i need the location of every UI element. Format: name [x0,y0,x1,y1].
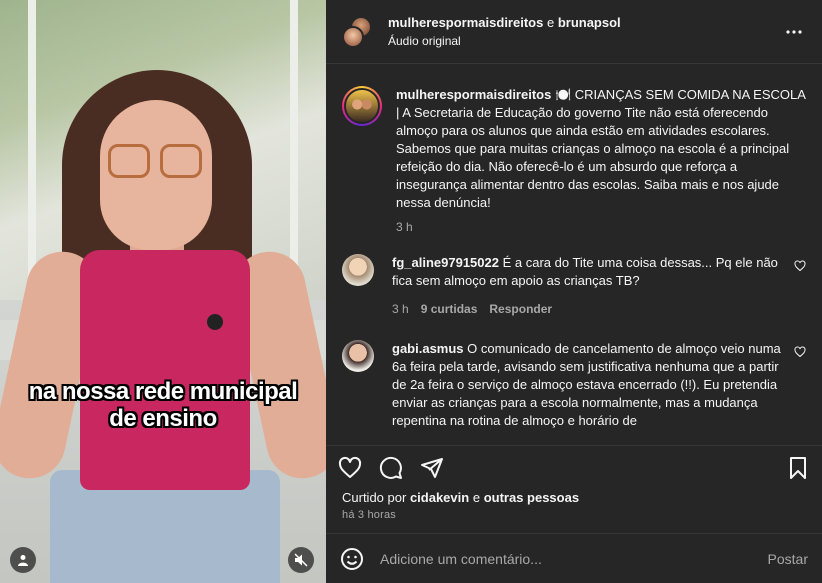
avatar [342,25,364,48]
post-header: mulherespormaisdireitos e brunapsol Áudi… [326,0,822,64]
comment-icon[interactable] [379,456,403,480]
post-caption-body: mulherespormaisdireitos 🍽️ CRIANÇAS SEM … [396,86,806,234]
author-avatar[interactable] [342,86,382,126]
collab-avatars[interactable] [342,15,374,48]
post-timestamp[interactable]: 3 h [396,220,806,234]
caption-line: na nossa rede municipal [28,378,298,405]
username-link[interactable]: mulherespormaisdireitos [388,15,543,30]
header-text: mulherespormaisdireitos e brunapsol Áudi… [388,14,782,50]
post-caption: mulherespormaisdireitos 🍽️ CRIANÇAS SEM … [342,86,806,234]
post-modal: na nossa rede municipal de ensino mulher… [0,0,822,583]
more-options-button[interactable] [782,20,806,44]
comments-scroll-area[interactable]: mulherespormaisdireitos 🍽️ CRIANÇAS SEM … [326,64,822,445]
video-caption: na nossa rede municipal de ensino [0,378,326,432]
video-player[interactable]: na nossa rede municipal de ensino [0,0,326,583]
heart-icon[interactable] [794,260,806,272]
username-link[interactable]: gabi.asmus [392,341,464,356]
username-link[interactable]: brunapsol [558,15,621,30]
emoji-icon[interactable] [340,547,364,571]
post-actions-bar [326,445,822,489]
reply-button[interactable]: Responder [489,300,552,318]
bookmark-icon[interactable] [786,456,810,480]
post-details-panel: mulherespormaisdireitos e brunapsol Áudi… [326,0,822,583]
heart-icon[interactable] [338,456,362,480]
username-link[interactable]: cidakevin [410,490,469,505]
more-horizontal-icon [786,29,802,34]
mute-toggle-button[interactable] [288,547,314,573]
audio-link[interactable]: Áudio original [388,32,782,50]
comment-item: fg_aline97915022 É a cara do Tite uma co… [342,254,806,318]
post-date[interactable]: há 3 horas [326,507,822,521]
username-link[interactable]: fg_aline97915022 [392,255,499,270]
and-text: e [472,490,481,505]
heart-icon[interactable] [794,346,806,358]
comment-item: gabi.asmus O comunicado de cancelamento … [342,340,806,430]
comment-input[interactable] [380,550,768,567]
comment-meta: 3 h 9 curtidas Responder [392,300,782,318]
muted-speaker-icon [294,553,308,567]
person-shirt [80,250,250,490]
and-text: e [546,14,555,30]
username-link[interactable]: mulherespormaisdireitos [396,87,551,102]
comment-body: fg_aline97915022 É a cara do Tite uma co… [392,254,782,318]
glasses [160,144,202,178]
caption-text: 🍽️ CRIANÇAS SEM COMIDA NA ESCOLA | A Sec… [396,87,806,210]
comment-body: gabi.asmus O comunicado de cancelamento … [392,340,782,430]
comment-likes[interactable]: 9 curtidas [421,300,478,318]
avatar-image [344,88,380,124]
caption-line: de ensino [109,405,217,432]
likes-summary: Curtido por cidakevin e outras pessoas [326,489,822,507]
comment-time[interactable]: 3 h [392,300,409,318]
comment-text-block: fg_aline97915022 É a cara do Tite uma co… [392,254,782,290]
microphone-pin [207,314,223,330]
avatar[interactable] [342,254,374,286]
post-comment-button[interactable]: Postar [768,551,808,567]
caption-text-block: mulherespormaisdireitos 🍽️ CRIANÇAS SEM … [396,86,806,212]
user-icon [18,555,28,566]
glasses [108,144,150,178]
likes-prefix: Curtido por [342,490,407,505]
collab-users: mulherespormaisdireitos e brunapsol [388,14,782,32]
tagged-users-button[interactable] [10,547,36,573]
others-link[interactable]: outras pessoas [484,490,579,505]
comment-text-block: gabi.asmus O comunicado de cancelamento … [392,340,782,430]
add-comment-bar: Postar [326,533,822,583]
avatar[interactable] [342,340,374,372]
send-icon[interactable] [420,456,444,480]
